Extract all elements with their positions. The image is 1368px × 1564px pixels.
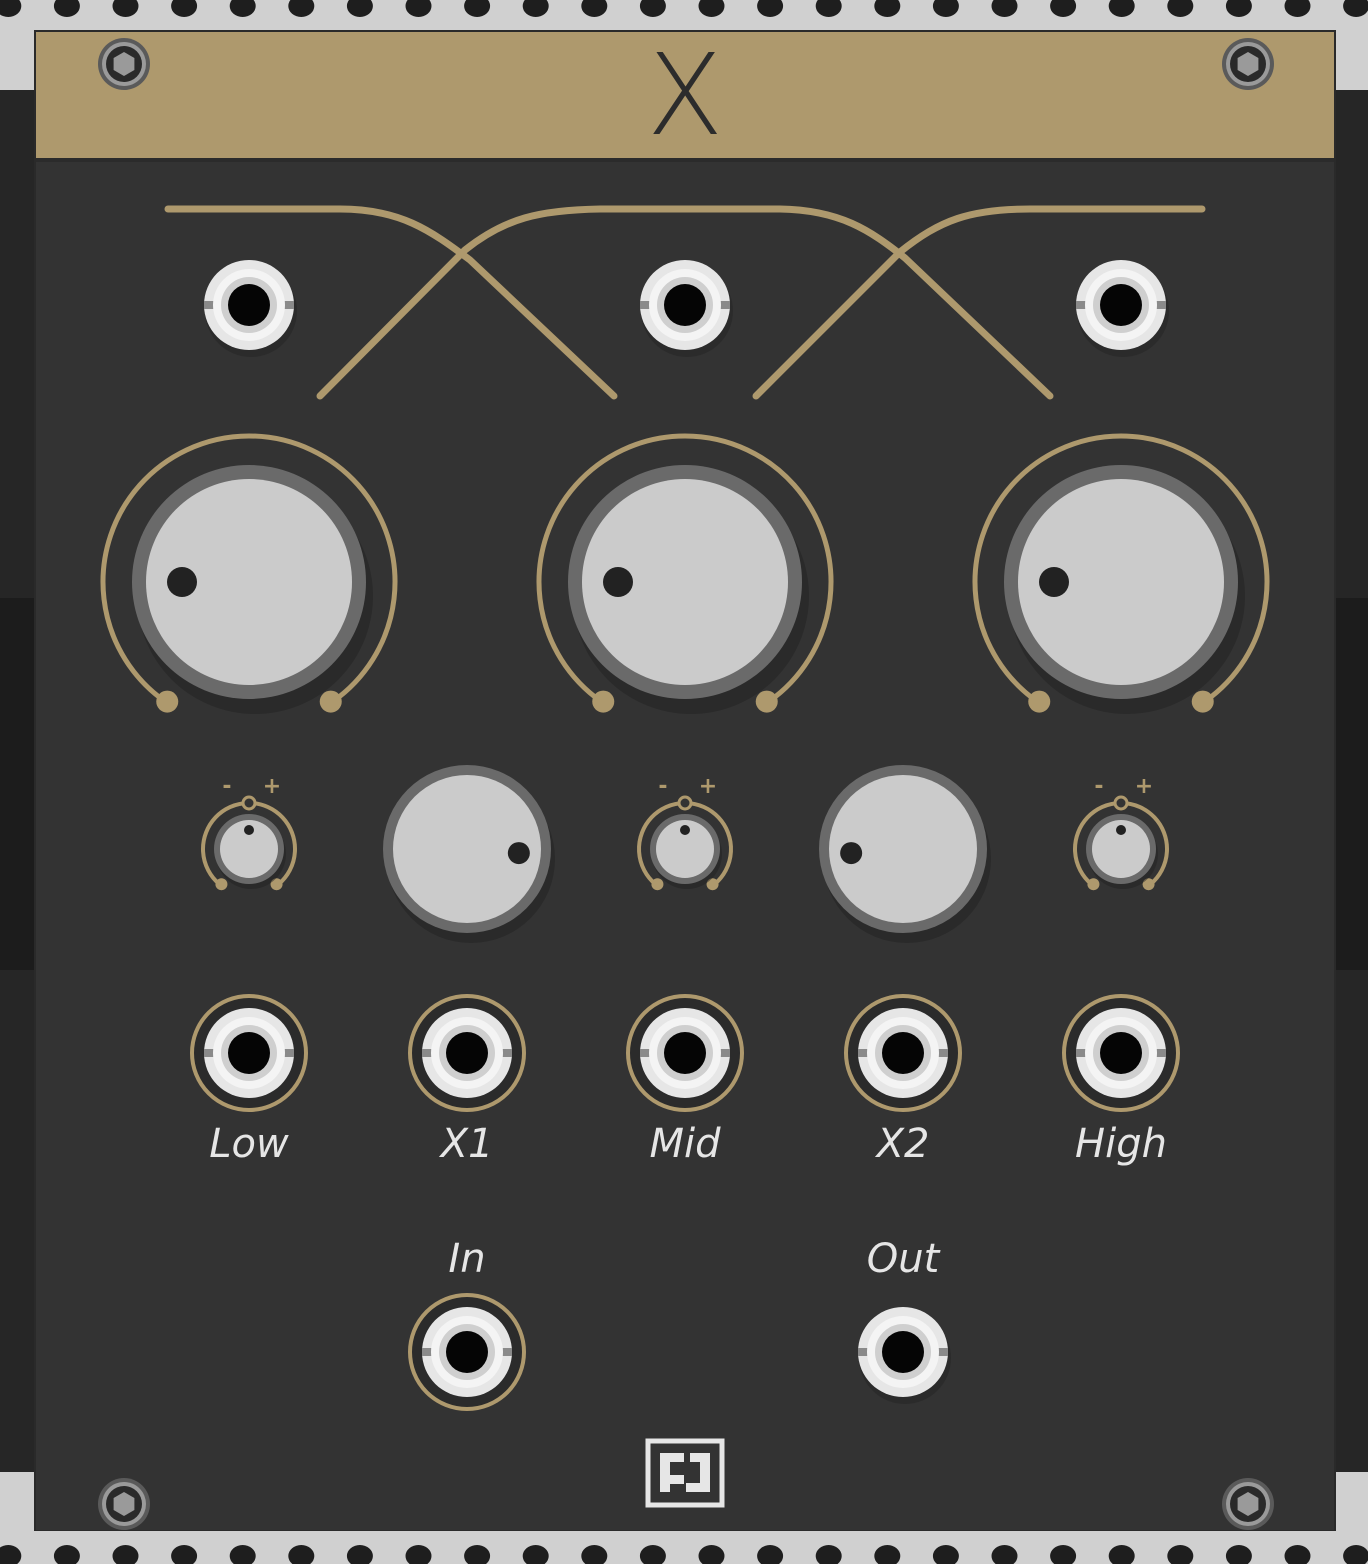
x2-cv-jack[interactable] [844, 994, 962, 1112]
x1-cv-jack[interactable] [408, 994, 526, 1112]
in-label: In [448, 1236, 486, 1282]
top-rail [0, 0, 1368, 30]
high-minus-label: - [1094, 774, 1104, 799]
out-label: Out [866, 1236, 940, 1282]
screw-icon [98, 38, 150, 90]
screw-icon [98, 1478, 150, 1530]
mid-plus-label: + [698, 774, 718, 799]
low-minus-label: - [222, 774, 232, 799]
module-title: X [646, 31, 724, 161]
x2-label: X2 [876, 1121, 930, 1167]
module-stage: X Low X1 Mid X2 High In Out - + - + - + [0, 0, 1368, 1564]
module-panel-art [0, 0, 1368, 1564]
high-cv-jack[interactable] [1062, 994, 1180, 1112]
left-neighbour-rail-bottom [0, 1472, 34, 1531]
bottom-rail [0, 1531, 1368, 1564]
mid-cv-jack[interactable] [626, 994, 744, 1112]
mid-label: Mid [649, 1121, 721, 1167]
high-label: High [1075, 1121, 1167, 1167]
low-plus-label: + [262, 774, 282, 799]
low-cv-jack[interactable] [190, 994, 308, 1112]
x1-label: X1 [440, 1121, 494, 1167]
right-neighbour-panel [1336, 598, 1368, 970]
right-neighbour-rail [1336, 30, 1368, 90]
audio-in-jack[interactable] [408, 1293, 526, 1411]
screw-icon [1222, 1478, 1274, 1530]
left-neighbour-rail [0, 30, 34, 90]
right-neighbour-rail-bottom [1336, 1472, 1368, 1531]
high-plus-label: + [1134, 774, 1154, 799]
low-label: Low [209, 1121, 289, 1167]
screw-icon [1222, 38, 1274, 90]
left-neighbour-panel [0, 598, 34, 970]
mid-minus-label: - [658, 774, 668, 799]
